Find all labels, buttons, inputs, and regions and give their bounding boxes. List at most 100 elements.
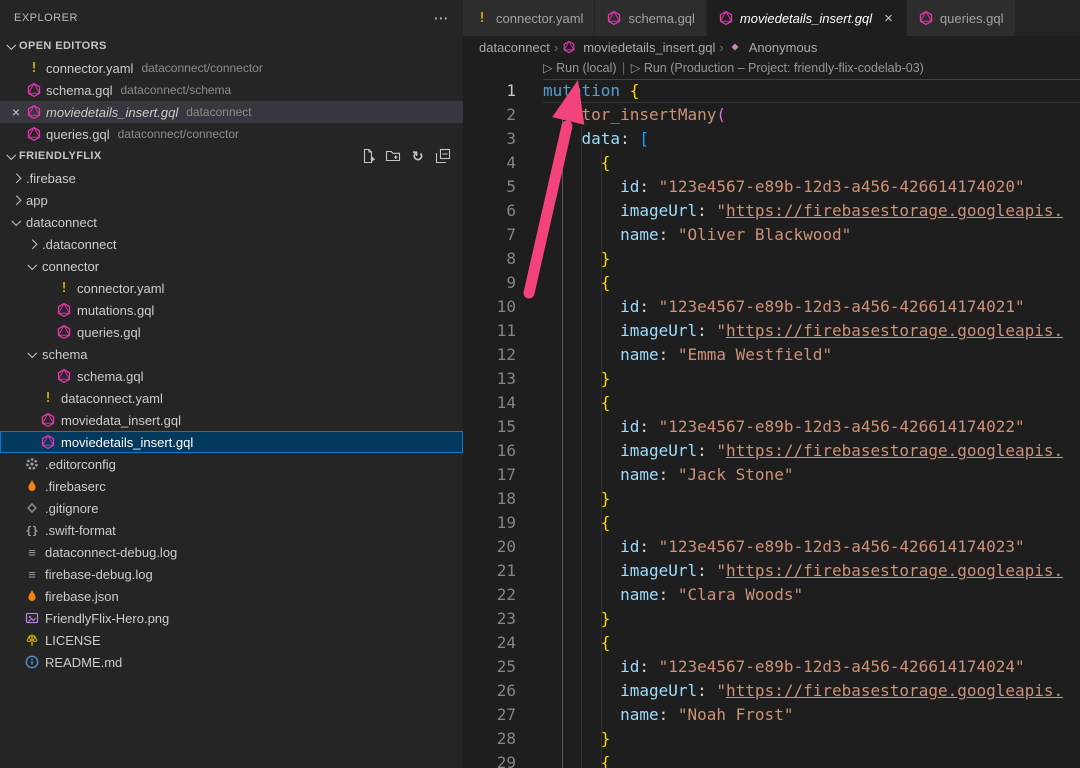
folder-.firebase[interactable]: .firebase bbox=[0, 167, 463, 189]
new-file-icon[interactable] bbox=[360, 148, 376, 164]
code-line-13[interactable]: 13 } bbox=[463, 367, 1080, 391]
file-connector.yaml[interactable]: !connector.yaml bbox=[0, 277, 463, 299]
code-line-8[interactable]: 8 } bbox=[463, 247, 1080, 271]
line-number: 27 bbox=[463, 703, 543, 727]
file-FriendlyFlix-Hero.png[interactable]: FriendlyFlix-Hero.png bbox=[0, 607, 463, 629]
tab-schema.gql[interactable]: schema.gql bbox=[595, 0, 706, 36]
code-line-2[interactable]: 2 actor_insertMany( bbox=[463, 103, 1080, 127]
line-number: 15 bbox=[463, 415, 543, 439]
code-line-6[interactable]: 6 imageUrl: "https://firebasestorage.goo… bbox=[463, 199, 1080, 223]
line-content: { bbox=[543, 631, 1080, 655]
refresh-icon[interactable]: ↻ bbox=[410, 148, 426, 164]
entry-name: app bbox=[26, 193, 48, 208]
entry-name: queries.gql bbox=[77, 325, 141, 340]
tab-connector.yaml[interactable]: !connector.yaml bbox=[463, 0, 595, 36]
code-line-14[interactable]: 14 { bbox=[463, 391, 1080, 415]
file-.gitignore[interactable]: .gitignore bbox=[0, 497, 463, 519]
code-line-23[interactable]: 23 } bbox=[463, 607, 1080, 631]
breadcrumb-item-dataconnect[interactable]: dataconnect bbox=[479, 40, 550, 55]
code-line-7[interactable]: 7 name: "Oliver Blackwood" bbox=[463, 223, 1080, 247]
file-.editorconfig[interactable]: .editorconfig bbox=[0, 453, 463, 475]
open-editor-connector.yaml[interactable]: !connector.yamldataconnect/connector bbox=[0, 57, 463, 79]
chevron-right-icon bbox=[27, 239, 36, 248]
codelens-run-link[interactable]: ▷ Run (local) bbox=[543, 61, 617, 75]
file-dataconnect-debug.log[interactable]: ≡dataconnect-debug.log bbox=[0, 541, 463, 563]
folder-app[interactable]: app bbox=[0, 189, 463, 211]
code-line-9[interactable]: 9 { bbox=[463, 271, 1080, 295]
code-line-16[interactable]: 16 imageUrl: "https://firebasestorage.go… bbox=[463, 439, 1080, 463]
code-line-17[interactable]: 17 name: "Jack Stone" bbox=[463, 463, 1080, 487]
code-line-28[interactable]: 28 } bbox=[463, 727, 1080, 751]
folder-dataconnect[interactable]: dataconnect bbox=[0, 211, 463, 233]
line-number: 8 bbox=[463, 247, 543, 271]
code-line-5[interactable]: 5 id: "123e4567-e89b-12d3-a456-426614174… bbox=[463, 175, 1080, 199]
project-section-header[interactable]: FRIENDLYFLIX ↻ bbox=[0, 145, 463, 167]
code-line-29[interactable]: 29 { bbox=[463, 751, 1080, 768]
code-line-21[interactable]: 21 imageUrl: "https://firebasestorage.go… bbox=[463, 559, 1080, 583]
file-README.md[interactable]: README.md bbox=[0, 651, 463, 673]
file-dataconnect.yaml[interactable]: !dataconnect.yaml bbox=[0, 387, 463, 409]
file-queries.gql[interactable]: queries.gql bbox=[0, 321, 463, 343]
line-content: name: "Jack Stone" bbox=[543, 463, 1080, 487]
code-editor[interactable]: ▷ Run (local) | ▷ Run (Production – Proj… bbox=[463, 58, 1080, 768]
folder-.dataconnect[interactable]: .dataconnect bbox=[0, 233, 463, 255]
file-LICENSE[interactable]: LICENSE bbox=[0, 629, 463, 651]
file-moviedetails_insert.gql[interactable]: moviedetails_insert.gql bbox=[0, 431, 463, 453]
code-line-3[interactable]: 3 data: [ bbox=[463, 127, 1080, 151]
chevron-down-icon bbox=[27, 260, 36, 269]
breadcrumb-label: Anonymous bbox=[749, 40, 818, 55]
more-actions-icon[interactable]: ⋯ bbox=[434, 9, 450, 27]
entry-name: .editorconfig bbox=[45, 457, 116, 472]
file-.swift-format[interactable]: {}.swift-format bbox=[0, 519, 463, 541]
code-line-26[interactable]: 26 imageUrl: "https://firebasestorage.go… bbox=[463, 679, 1080, 703]
breadcrumb-item-moviedetails_insert.gql[interactable]: moviedetails_insert.gql bbox=[562, 40, 715, 55]
tab-queries.gql[interactable]: queries.gql bbox=[907, 0, 1016, 36]
code-line-27[interactable]: 27 name: "Noah Frost" bbox=[463, 703, 1080, 727]
breadcrumb: dataconnect›moviedetails_insert.gql›Anon… bbox=[463, 36, 1080, 58]
code-line-4[interactable]: 4 { bbox=[463, 151, 1080, 175]
code-line-18[interactable]: 18 } bbox=[463, 487, 1080, 511]
line-content: imageUrl: "https://firebasestorage.googl… bbox=[543, 439, 1080, 463]
file-moviedata_insert.gql[interactable]: moviedata_insert.gql bbox=[0, 409, 463, 431]
code-line-20[interactable]: 20 id: "123e4567-e89b-12d3-a456-42661417… bbox=[463, 535, 1080, 559]
folder-connector[interactable]: connector bbox=[0, 255, 463, 277]
close-icon[interactable]: × bbox=[882, 10, 895, 27]
line-content: imageUrl: "https://firebasestorage.googl… bbox=[543, 319, 1080, 343]
code-line-19[interactable]: 19 { bbox=[463, 511, 1080, 535]
codelens-run-link[interactable]: ▷ Run (Production – Project: friendly-fl… bbox=[631, 61, 924, 75]
file-schema.gql[interactable]: schema.gql bbox=[0, 365, 463, 387]
folder-schema[interactable]: schema bbox=[0, 343, 463, 365]
code-line-24[interactable]: 24 { bbox=[463, 631, 1080, 655]
tab-moviedetails_insert.gql[interactable]: moviedetails_insert.gql× bbox=[707, 0, 907, 36]
yaml-warning-icon: ! bbox=[40, 390, 59, 406]
project-label: FRIENDLYFLIX bbox=[19, 150, 102, 162]
open-editor-moviedetails_insert.gql[interactable]: ×moviedetails_insert.gqldataconnect bbox=[0, 101, 463, 123]
code-line-12[interactable]: 12 name: "Emma Westfield" bbox=[463, 343, 1080, 367]
line-number: 20 bbox=[463, 535, 543, 559]
line-number: 5 bbox=[463, 175, 543, 199]
file-mutations.gql[interactable]: mutations.gql bbox=[0, 299, 463, 321]
file-.firebaserc[interactable]: .firebaserc bbox=[0, 475, 463, 497]
code-line-10[interactable]: 10 id: "123e4567-e89b-12d3-a456-42661417… bbox=[463, 295, 1080, 319]
breadcrumb-label: dataconnect bbox=[479, 40, 550, 55]
code-line-22[interactable]: 22 name: "Clara Woods" bbox=[463, 583, 1080, 607]
code-line-15[interactable]: 15 id: "123e4567-e89b-12d3-a456-42661417… bbox=[463, 415, 1080, 439]
code-line-25[interactable]: 25 id: "123e4567-e89b-12d3-a456-42661417… bbox=[463, 655, 1080, 679]
new-folder-icon[interactable] bbox=[385, 148, 401, 164]
close-icon[interactable]: × bbox=[6, 104, 26, 120]
file-firebase.json[interactable]: firebase.json bbox=[0, 585, 463, 607]
code-line-1[interactable]: 1mutation { bbox=[463, 79, 1080, 103]
line-content: { bbox=[543, 151, 1080, 175]
entry-name: .firebaserc bbox=[45, 479, 106, 494]
line-content: name: "Oliver Blackwood" bbox=[543, 223, 1080, 247]
code-line-11[interactable]: 11 imageUrl: "https://firebasestorage.go… bbox=[463, 319, 1080, 343]
breadcrumb-item-Anonymous[interactable]: Anonymous bbox=[728, 40, 818, 55]
open-editor-name: schema.gql bbox=[46, 83, 112, 98]
open-editors-header[interactable]: OPEN EDITORS bbox=[0, 35, 463, 57]
file-firebase-debug.log[interactable]: ≡firebase-debug.log bbox=[0, 563, 463, 585]
open-editor-schema.gql[interactable]: schema.gqldataconnect/schema bbox=[0, 79, 463, 101]
graphql-icon bbox=[56, 368, 75, 384]
collapse-all-icon[interactable] bbox=[435, 148, 451, 164]
open-editor-queries.gql[interactable]: queries.gqldataconnect/connector bbox=[0, 123, 463, 145]
entry-name: connector bbox=[42, 259, 99, 274]
